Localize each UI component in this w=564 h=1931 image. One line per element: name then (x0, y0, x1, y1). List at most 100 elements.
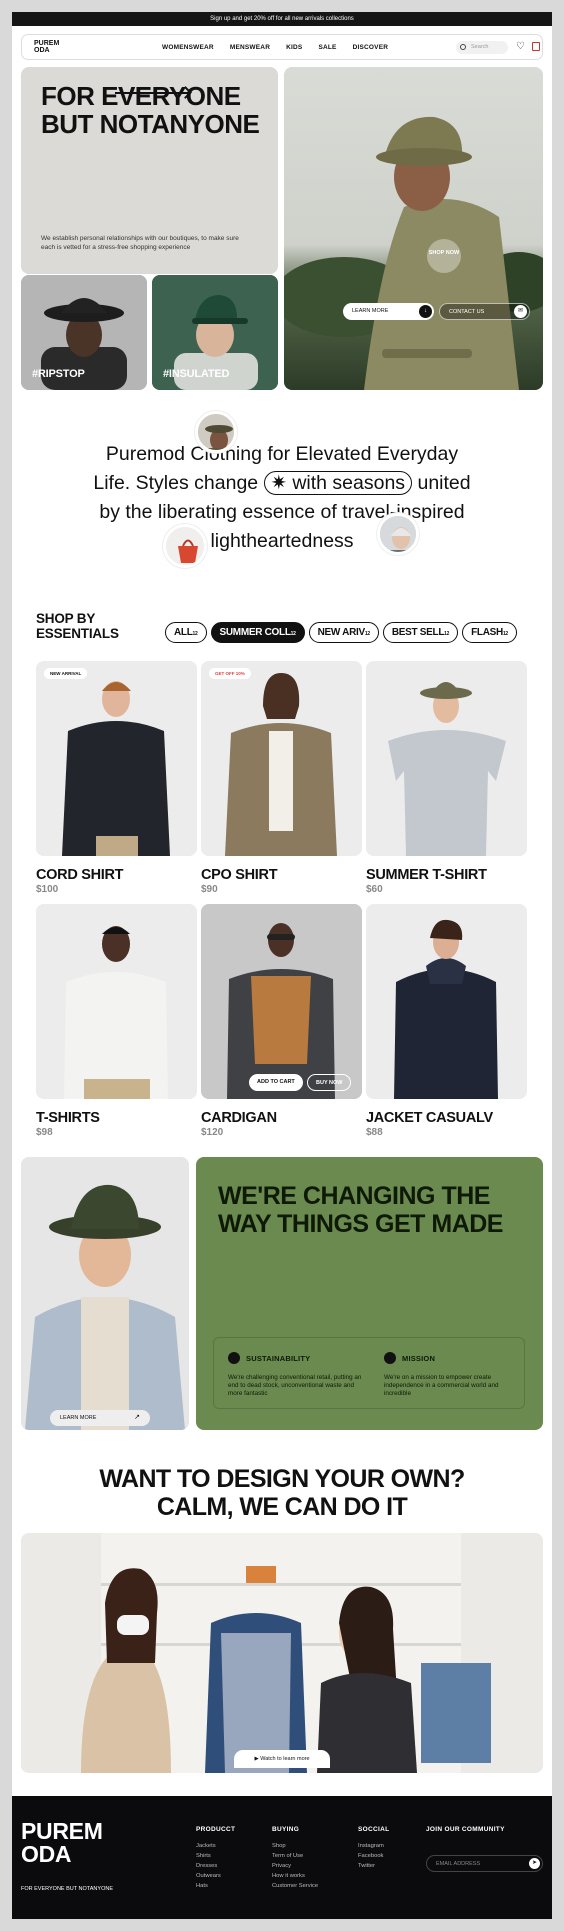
learn-more-button[interactable]: LEARN MORE ↓ (343, 303, 434, 320)
product-image[interactable] (366, 661, 527, 856)
navbar: PUREM ODA WOMENSWEAR MENSWEAR KIDS SALE … (21, 34, 543, 60)
product-card[interactable]: ADD TO CART BUY NOW CARDIGAN $120 (201, 904, 362, 1139)
footer-heading-product: PRODUCCT (196, 1826, 236, 1833)
footer-col-social: SOCCIAL Instagram Facebook Twitter (358, 1826, 389, 1871)
search-input[interactable]: Search (456, 41, 508, 54)
mission-panel: WE'RE CHANGING THE WAY THINGS GET MADE S… (196, 1157, 543, 1430)
product-image[interactable]: GET OFF 10% (201, 661, 362, 856)
product-card[interactable]: T-SHIRTS $98 (36, 904, 197, 1139)
product-card[interactable]: SUMMER T-SHIRT $60 (366, 661, 527, 896)
footer-link[interactable]: Dresses (196, 1861, 235, 1871)
footer-link[interactable]: Shirts (196, 1851, 235, 1861)
footer-link[interactable]: Shop (272, 1841, 318, 1851)
arrow-down-icon: ↓ (419, 305, 432, 318)
nav-link-discover[interactable]: DISCOVER (353, 44, 389, 51)
filter-tabs: ALL12 SUMMER COLL12 NEW ARIV12 BEST SELL… (165, 622, 517, 643)
footer-link[interactable]: Term of Use (272, 1851, 318, 1861)
summer-tshirt-photo (366, 661, 527, 856)
product-badge: GET OFF 10% (209, 668, 251, 679)
avatar-woman (377, 513, 419, 555)
product-price: $100 (36, 884, 59, 895)
footer: PUREM ODA FOR EVERYONE BUT NOTANYONE PRO… (12, 1796, 552, 1919)
add-to-cart-button[interactable]: ADD TO CART (249, 1074, 303, 1091)
footer-link[interactable]: Privacy (272, 1861, 318, 1871)
sparkle-icon: ✷ (270, 472, 287, 494)
footer-logo[interactable]: PUREM ODA (21, 1820, 121, 1866)
nav-link-kids[interactable]: KIDS (286, 44, 302, 51)
product-name[interactable]: JACKET CASUALV (366, 1110, 527, 1126)
footer-col-product: PRODUCCT Jackets Shirts Dresses Outwears… (196, 1826, 235, 1891)
product-image[interactable] (36, 904, 197, 1099)
filter-new-ariv[interactable]: NEW ARIV12 (308, 622, 379, 643)
footer-link[interactable]: Facebook (358, 1851, 389, 1861)
design-headline-1: WANT TO DESIGN YOUR OWN? (99, 1465, 465, 1493)
footer-link[interactable]: Hats (196, 1881, 235, 1891)
watch-video-button[interactable]: ▶ Watch to learn more (234, 1750, 330, 1768)
mission-image (21, 1157, 189, 1430)
ripstop-tag: #RIPSTOP (32, 368, 85, 380)
section-title-essentials: SHOP BY ESSENTIALS (36, 611, 119, 641)
shop-now-button[interactable]: SHOP NOW (427, 239, 461, 273)
footer-link[interactable]: Outwears (196, 1871, 235, 1881)
nav-link-menswear[interactable]: MENSWEAR (230, 44, 270, 51)
product-image[interactable]: ADD TO CART BUY NOW (201, 904, 362, 1099)
filter-best-sell[interactable]: BEST SELL12 (382, 622, 459, 643)
email-placeholder: EMAIL ADDRESS (436, 1861, 481, 1867)
footer-heading-community: JOIN OUR COMMUNITY (426, 1826, 505, 1833)
insulated-tag: #INSULATED (163, 368, 230, 380)
ripstop-tile[interactable]: #RIPSTOP (21, 275, 147, 390)
tshirts-photo (36, 904, 197, 1099)
filter-flash[interactable]: FLASH12 (462, 622, 517, 643)
manifesto-line-3: by the liberating essence of travel-insp… (99, 501, 465, 523)
product-name[interactable]: CARDIGAN (201, 1110, 362, 1126)
sustainability-text: We're challenging conventional retail, p… (228, 1374, 362, 1397)
nav-link-sale[interactable]: SALE (318, 44, 336, 51)
product-image[interactable] (366, 904, 527, 1099)
manifesto-line-2a: Life. Styles change (93, 472, 259, 494)
arrow-up-right-icon: ↗ (134, 1414, 140, 1421)
manifesto-line-4: lightheartedness (210, 530, 354, 552)
chat-icon: ✉ (514, 305, 527, 318)
insulated-tile[interactable]: #INSULATED (152, 275, 278, 390)
search-placeholder: Search (471, 44, 489, 50)
product-name[interactable]: T-SHIRTS (36, 1110, 197, 1126)
page: Sign up and get 20% off for all new arri… (12, 12, 552, 1919)
filter-all[interactable]: ALL12 (165, 622, 207, 643)
shopping-bag-icon[interactable] (532, 42, 540, 51)
mission-info-box: SUSTAINABILITY We're challenging convent… (213, 1337, 525, 1409)
footer-link[interactable]: Jackets (196, 1841, 235, 1851)
contact-us-button[interactable]: CONTACT US ✉ (439, 303, 530, 320)
learn-more-button-2[interactable]: LEARN MORE ↗ (50, 1410, 150, 1426)
footer-link[interactable]: Instagram (358, 1841, 389, 1851)
footer-link[interactable]: How it works (272, 1871, 318, 1881)
footer-link[interactable]: Customer Service (272, 1881, 318, 1891)
product-card[interactable]: JACKET CASUALV $88 (366, 904, 527, 1139)
hero-card: FOR EVERYONE BUT NOTANYONE We establish … (21, 67, 278, 274)
hero-photo (284, 116, 543, 390)
product-name[interactable]: SUMMER T-SHIRT (366, 867, 527, 883)
buy-now-button[interactable]: BUY NOW (307, 1074, 352, 1091)
nav-link-womenswear[interactable]: WOMENSWEAR (162, 44, 214, 51)
manifesto-line-2: Life. Styles change ✷ with seasons unite… (12, 469, 552, 498)
product-card[interactable]: NEW ARRIVAL CORD SHIRT $100 (36, 661, 197, 896)
product-name[interactable]: CPO SHIRT (201, 867, 362, 883)
product-image[interactable]: NEW ARRIVAL (36, 661, 197, 856)
heart-icon[interactable]: ♡ (516, 41, 525, 53)
footer-link[interactable]: Twitter (358, 1861, 389, 1871)
arrow-right-icon (115, 92, 189, 94)
nav-logo[interactable]: PUREM ODA (34, 40, 74, 54)
studio-photo (21, 1533, 543, 1773)
product-price: $88 (366, 1127, 383, 1138)
studio-image: ▶ Watch to learn more (21, 1533, 543, 1773)
sustainability-title: SUSTAINABILITY (246, 1354, 311, 1363)
nav-links: WOMENSWEAR MENSWEAR KIDS SALE DISCOVER (162, 35, 388, 59)
send-icon[interactable]: ➤ (529, 1858, 540, 1869)
announcement-bar: Sign up and get 20% off for all new arri… (12, 12, 552, 26)
email-input[interactable]: EMAIL ADDRESS ➤ (426, 1855, 543, 1872)
filter-summer-coll[interactable]: SUMMER COLL12 (210, 622, 305, 643)
product-price: $120 (201, 1127, 224, 1138)
product-price: $90 (201, 884, 218, 895)
manifesto-line-2b: united (417, 472, 471, 494)
product-card[interactable]: GET OFF 10% CPO SHIRT $90 (201, 661, 362, 896)
product-name[interactable]: CORD SHIRT (36, 867, 197, 883)
